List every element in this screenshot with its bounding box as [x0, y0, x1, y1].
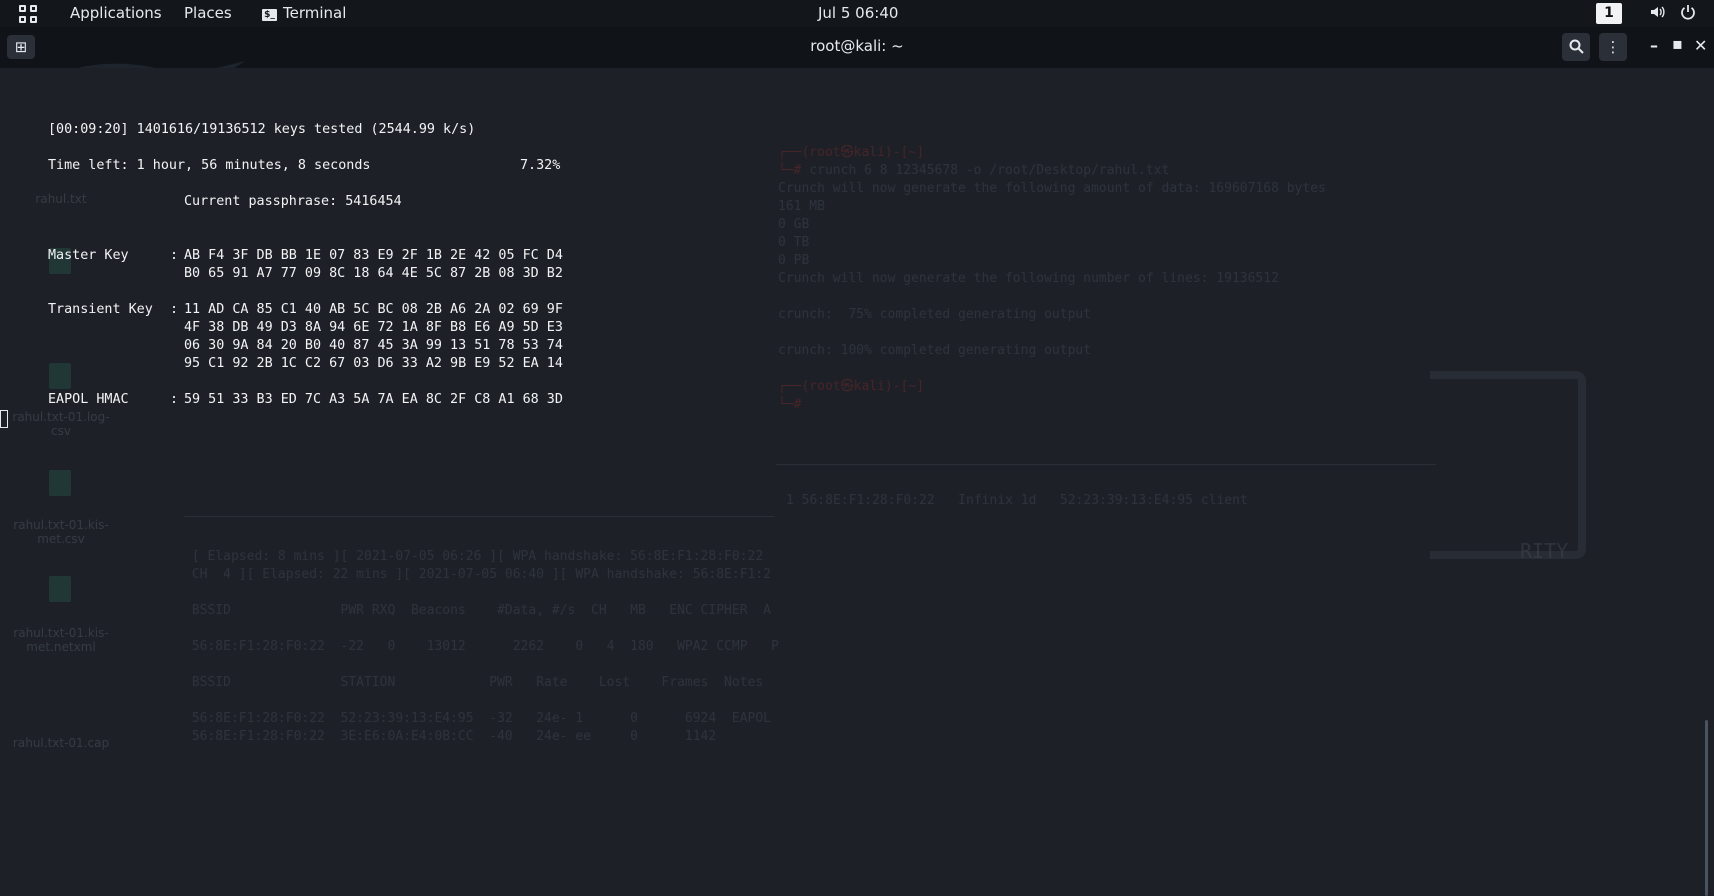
colon: : [170, 302, 179, 317]
text-cursor [0, 410, 8, 428]
places-menu[interactable]: Places [184, 4, 232, 22]
background-terminal-middle: [ Elapsed: 8 mins ][ 2021-07-05 06:26 ][… [184, 549, 779, 744]
master-key-line: AB F4 3F DB BB 1E 07 83 E9 2F 1B 2E 42 0… [184, 248, 563, 263]
window-title: root@kali: ~ [810, 37, 904, 55]
terminal-view[interactable]: rahul.txt rahul.txt-01.log- csv rahul.tx… [0, 68, 1714, 896]
apps-grid-icon[interactable] [19, 5, 37, 23]
file-icon [49, 470, 71, 496]
transient-key-line: 11 AD CA 85 C1 40 AB 5C BC 08 2B A6 2A 0… [184, 302, 563, 317]
transient-key-line: 95 C1 92 2B 1C C2 67 03 D6 33 A2 9B E9 5… [184, 356, 563, 371]
applications-menu[interactable]: Applications [70, 4, 162, 22]
background-divider [184, 516, 774, 517]
terminal-menu-label: Terminal [283, 4, 347, 22]
terminal-icon: $_ [262, 9, 277, 21]
power-icon[interactable] [1680, 4, 1696, 24]
eapol-hmac-label: EAPOL HMAC [48, 392, 129, 407]
background-terminal-right: ┌──(root㉿kali)-[~] └─# crunch 6 8 123456… [778, 145, 1326, 412]
desktop-icon-label: rahul.txt-01.cap [12, 736, 110, 750]
menu-icon: ⋮ [1605, 38, 1621, 56]
file-icon [49, 363, 71, 389]
background-station-line: 1 56:8E:F1:28:F0:22 Infinix 1d 52:23:39:… [786, 493, 1248, 508]
master-key-line: B0 65 91 A7 77 09 8C 18 64 4E 5C 87 2B 0… [184, 266, 563, 281]
logo-text: RITY [1520, 539, 1569, 563]
search-button[interactable] [1562, 33, 1590, 61]
desktop-icon-label: rahul.txt-01.kis- met.csv [13, 518, 109, 546]
close-icon: ✕ [1694, 36, 1708, 55]
desktop-icon-label: rahul.txt [35, 192, 87, 206]
volume-icon[interactable] [1649, 4, 1665, 24]
terminal-titlebar: ⊞ root@kali: ~ ⋮ – ▪ ✕ [0, 27, 1714, 87]
colon: : [170, 248, 179, 263]
eapol-hmac-value: 59 51 33 B3 ED 7C A3 5A 7A EA 8C 2F C8 A… [184, 392, 563, 407]
maximize-button[interactable]: ▪ [1672, 34, 1683, 53]
clock[interactable]: Jul 5 06:40 [818, 4, 898, 22]
background-divider [776, 464, 1436, 465]
workspace-indicator[interactable]: 1 [1596, 3, 1622, 24]
current-passphrase: Current passphrase: 5416454 [184, 194, 402, 209]
minimize-icon: – [1650, 36, 1658, 55]
desktop-icon-label: rahul.txt-01.kis- met.netxml [13, 626, 109, 654]
transient-key-line: 06 30 9A 84 20 B0 40 87 45 3A 99 13 51 7… [184, 338, 563, 353]
percent-complete: 7.32% [520, 158, 561, 173]
maximize-icon: ▪ [1672, 34, 1683, 53]
minimize-button[interactable]: – [1650, 36, 1658, 55]
terminal-menu[interactable]: $_ Terminal [262, 4, 346, 22]
file-icon [49, 576, 71, 602]
transient-key-label: Transient Key [48, 302, 153, 317]
close-button[interactable]: ✕ [1694, 36, 1707, 55]
search-icon [1569, 39, 1584, 54]
progress-line: [00:09:20] 1401616/19136512 keys tested … [48, 122, 476, 137]
desktop-icon-label: rahul.txt-01.log- csv [12, 410, 110, 438]
scrollbar[interactable] [1705, 720, 1708, 896]
transient-key-line: 4F 38 DB 49 D3 8A 94 6E 72 1A 8F B8 E6 A… [184, 320, 563, 335]
top-panel: Applications Places $_ Terminal Jul 5 06:… [0, 0, 1714, 27]
time-left-line: Time left: 1 hour, 56 minutes, 8 seconds [48, 158, 371, 173]
master-key-label: Master Key [48, 248, 129, 263]
security-logo-icon [1430, 371, 1586, 559]
menu-button[interactable]: ⋮ [1599, 33, 1627, 61]
colon: : [170, 392, 179, 407]
